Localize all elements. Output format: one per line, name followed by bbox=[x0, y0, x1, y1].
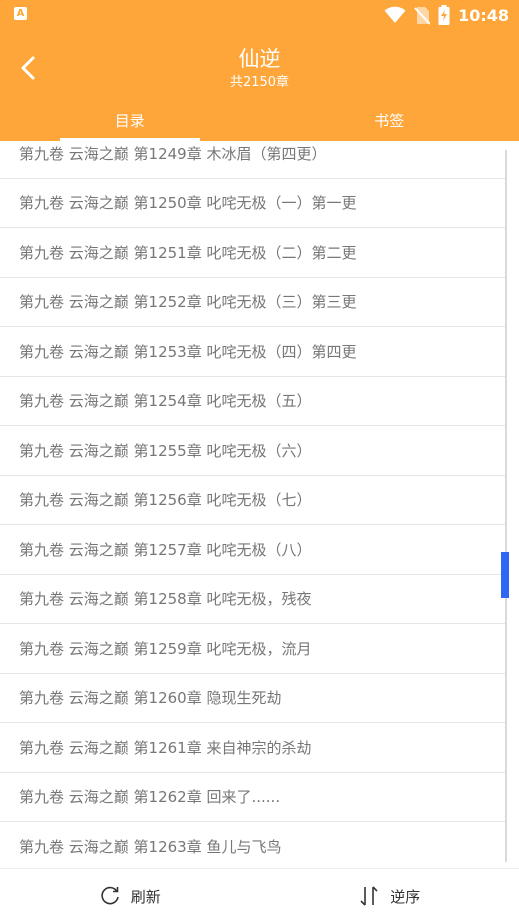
refresh-icon bbox=[99, 885, 121, 907]
scrollbar-track[interactable] bbox=[505, 150, 507, 862]
chapter-title: 第九卷 云海之巅 第1251章 叱咤无极（二）第二更 bbox=[0, 242, 356, 263]
book-title: 仙逆 bbox=[0, 43, 519, 73]
sort-reverse-icon bbox=[358, 885, 380, 907]
refresh-button[interactable]: 刷新 bbox=[0, 869, 260, 923]
title-bar: 仙逆 共2150章 bbox=[0, 40, 519, 95]
chapter-title: 第九卷 云海之巅 第1253章 叱咤无极（四）第四更 bbox=[0, 341, 356, 362]
chapter-title: 第九卷 云海之巅 第1260章 隐现生死劫 bbox=[0, 687, 281, 708]
battery-charging-icon bbox=[438, 5, 450, 25]
reverse-order-label: 逆序 bbox=[390, 886, 420, 907]
chapter-title: 第九卷 云海之巅 第1250章 叱咤无极（一）第一更 bbox=[0, 192, 356, 213]
chapter-count: 共2150章 bbox=[0, 71, 519, 90]
status-icons: 10:48 bbox=[384, 5, 509, 25]
chapter-title: 第九卷 云海之巅 第1259章 叱咤无极，流月 bbox=[0, 638, 311, 659]
bottom-action-bar: 刷新 逆序 bbox=[0, 868, 519, 923]
no-sim-icon bbox=[414, 6, 430, 25]
chapter-item[interactable]: 第九卷 云海之巅 第1262章 回来了...... bbox=[0, 772, 507, 822]
chapter-item[interactable]: 第九卷 云海之巅 第1256章 叱咤无极（七） bbox=[0, 475, 507, 525]
scrollbar-thumb[interactable] bbox=[501, 552, 509, 598]
chapter-item[interactable]: 第九卷 云海之巅 第1263章 鱼儿与飞鸟 bbox=[0, 822, 507, 868]
chapter-item[interactable]: 第九卷 云海之巅 第1261章 来自神宗的杀劫 bbox=[0, 723, 507, 773]
chapter-item[interactable]: 第九卷 云海之巅 第1258章 叱咤无极，残夜 bbox=[0, 574, 507, 624]
chapter-title: 第九卷 云海之巅 第1263章 鱼儿与飞鸟 bbox=[0, 836, 281, 857]
app-notification-icon: A bbox=[14, 7, 27, 20]
chapter-title: 第九卷 云海之巅 第1256章 叱咤无极（七） bbox=[0, 489, 311, 510]
reverse-order-button[interactable]: 逆序 bbox=[260, 869, 519, 923]
chapter-title: 第九卷 云海之巅 第1261章 来自神宗的杀劫 bbox=[0, 737, 311, 758]
chapter-list[interactable]: 第九卷 云海之巅 第1249章 木冰眉（第四更） 第九卷 云海之巅 第1250章… bbox=[0, 141, 519, 868]
app-header: A 10:48 仙逆 共2150章 目录 bbox=[0, 0, 519, 141]
tab-catalog-label: 目录 bbox=[115, 110, 145, 131]
status-bar: A 10:48 bbox=[0, 0, 519, 30]
chapter-item[interactable]: 第九卷 云海之巅 第1257章 叱咤无极（八） bbox=[0, 525, 507, 575]
chapter-item[interactable]: 第九卷 云海之巅 第1259章 叱咤无极，流月 bbox=[0, 624, 507, 674]
chapter-item[interactable]: 第九卷 云海之巅 第1255章 叱咤无极（六） bbox=[0, 426, 507, 476]
tab-catalog[interactable]: 目录 bbox=[0, 100, 260, 141]
status-time: 10:48 bbox=[458, 6, 509, 25]
chapter-item[interactable]: 第九卷 云海之巅 第1260章 隐现生死劫 bbox=[0, 673, 507, 723]
chapter-title: 第九卷 云海之巅 第1249章 木冰眉（第四更） bbox=[0, 143, 326, 164]
chapter-title: 第九卷 云海之巅 第1255章 叱咤无极（六） bbox=[0, 440, 311, 461]
refresh-label: 刷新 bbox=[131, 886, 161, 907]
tab-bookmarks-label: 书签 bbox=[374, 110, 404, 131]
chapter-item[interactable]: 第九卷 云海之巅 第1250章 叱咤无极（一）第一更 bbox=[0, 178, 507, 228]
chapter-item[interactable]: 第九卷 云海之巅 第1249章 木冰眉（第四更） bbox=[0, 141, 507, 179]
chapter-item[interactable]: 第九卷 云海之巅 第1253章 叱咤无极（四）第四更 bbox=[0, 327, 507, 377]
chapter-item[interactable]: 第九卷 云海之巅 第1251章 叱咤无极（二）第二更 bbox=[0, 228, 507, 278]
chapter-title: 第九卷 云海之巅 第1257章 叱咤无极（八） bbox=[0, 539, 311, 560]
tab-bookmarks[interactable]: 书签 bbox=[260, 100, 519, 141]
chapter-title: 第九卷 云海之巅 第1258章 叱咤无极，残夜 bbox=[0, 588, 311, 609]
chapter-item[interactable]: 第九卷 云海之巅 第1252章 叱咤无极（三）第三更 bbox=[0, 277, 507, 327]
chapter-title: 第九卷 云海之巅 第1252章 叱咤无极（三）第三更 bbox=[0, 291, 356, 312]
chapter-item[interactable]: 第九卷 云海之巅 第1254章 叱咤无极（五） bbox=[0, 376, 507, 426]
chapter-title: 第九卷 云海之巅 第1254章 叱咤无极（五） bbox=[0, 390, 311, 411]
wifi-icon bbox=[384, 6, 406, 24]
tab-bar: 目录 书签 bbox=[0, 100, 519, 141]
chapter-title: 第九卷 云海之巅 第1262章 回来了...... bbox=[0, 786, 280, 807]
